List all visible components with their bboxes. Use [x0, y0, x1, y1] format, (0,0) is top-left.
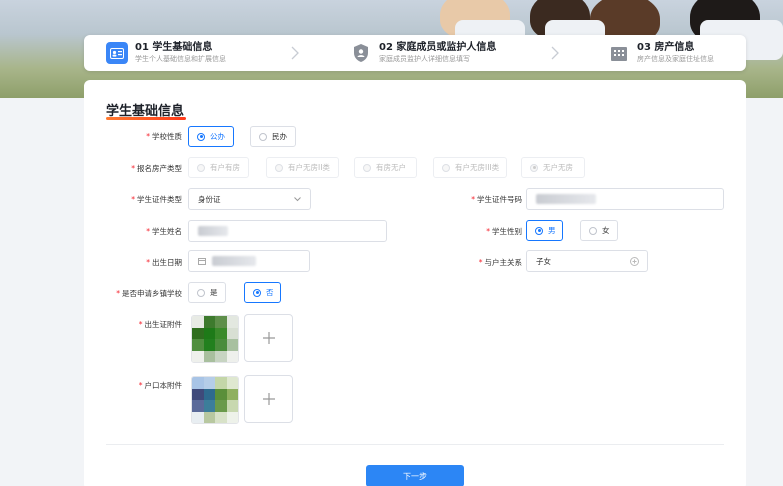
divider — [106, 444, 724, 445]
birth-cert-thumbnail[interactable] — [191, 315, 239, 363]
redacted-value — [212, 256, 256, 266]
radio-dot — [363, 163, 371, 172]
housing-type-radio[interactable]: 有户无房II类 — [266, 157, 339, 178]
hukou-thumbnail[interactable] — [191, 376, 239, 424]
radio-dot — [259, 132, 267, 141]
step-subtitle: 学生个人基础信息和扩展信息 — [135, 55, 226, 63]
step-title: 03 房产信息 — [637, 42, 695, 53]
gender-label: * 学生性别 — [486, 227, 522, 236]
relation-select[interactable]: 子女 — [526, 250, 648, 272]
chevron-right-icon — [551, 46, 559, 60]
housing-type-radio[interactable]: 无户无房 — [521, 157, 585, 178]
hukou-label: * 户口本附件 — [138, 381, 182, 390]
name-label: * 学生姓名 — [146, 227, 182, 236]
housing-type-radio[interactable]: 有房无户 — [354, 157, 417, 178]
step-subtitle: 家庭成员监护人详细信息填写 — [379, 55, 470, 63]
calendar-icon — [198, 258, 206, 265]
plus-icon — [262, 393, 275, 405]
radio-dot — [253, 288, 261, 297]
housing-type-label: * 报名房产类型 — [131, 164, 182, 173]
step-subtitle: 房产信息及家庭住址信息 — [637, 55, 714, 63]
relation-value: 子女 — [536, 256, 551, 266]
housing-type-radio[interactable]: 有户有房 — [188, 157, 249, 178]
radio-dot — [197, 163, 205, 172]
school-type-label: * 学校性质 — [146, 132, 182, 141]
housing-type-radio[interactable]: 有户无房III类 — [433, 157, 507, 178]
radio-dot — [535, 226, 543, 235]
radio-dot — [275, 163, 283, 172]
section-title-underline — [106, 117, 186, 120]
step-title: 01 学生基础信息 — [135, 42, 213, 53]
id-type-value: 身份证 — [198, 194, 221, 204]
school-type-public-radio[interactable]: 公办 — [188, 126, 234, 147]
chevron-right-icon — [291, 46, 299, 60]
rural-no-radio[interactable]: 否 — [244, 282, 281, 303]
gender-female-radio[interactable]: 女 — [580, 220, 618, 241]
relation-label: * 与户主关系 — [478, 258, 522, 267]
gender-male-radio[interactable]: 男 — [526, 220, 563, 241]
shield-icon — [350, 42, 372, 64]
radio-dot — [442, 163, 450, 172]
redacted-value — [198, 226, 228, 236]
name-input[interactable] — [188, 220, 387, 242]
clear-icon[interactable] — [630, 257, 639, 266]
next-step-button[interactable]: 下一步 — [366, 465, 464, 486]
chevron-down-icon — [294, 197, 301, 202]
rural-yes-radio[interactable]: 是 — [188, 282, 226, 303]
birth-date-input[interactable] — [188, 250, 310, 272]
step-3[interactable]: 03 房产信息 房产信息及家庭住址信息 — [608, 35, 714, 71]
radio-dot — [197, 288, 205, 297]
school-type-private-radio[interactable]: 民办 — [250, 126, 296, 147]
building-icon — [608, 42, 630, 64]
redacted-value — [536, 194, 596, 204]
id-number-input[interactable] — [526, 188, 724, 210]
radio-dot — [589, 226, 597, 235]
id-number-label: * 学生证件号码 — [471, 195, 522, 204]
step-2[interactable]: 02 家庭成员或监护人信息 家庭成员监护人详细信息填写 — [350, 35, 496, 71]
plus-icon — [262, 332, 275, 344]
hukou-upload-button[interactable] — [244, 375, 293, 423]
step-title: 02 家庭成员或监护人信息 — [379, 42, 497, 53]
rural-school-label: * 是否申请乡镇学校 — [116, 289, 182, 298]
radio-dot — [530, 163, 538, 172]
form-card: 学生基础信息 * 学校性质 公办 民办 * 报名房产类型 有户有房 有户无房II类 … — [84, 80, 746, 486]
id-type-select[interactable]: 身份证 — [188, 188, 311, 210]
id-card-icon — [106, 42, 128, 64]
step-indicator: 01 学生基础信息 学生个人基础信息和扩展信息 02 家庭成员或监护人信息 家庭… — [84, 35, 746, 71]
birth-cert-upload-button[interactable] — [244, 314, 293, 362]
radio-dot — [197, 132, 205, 141]
birth-date-label: * 出生日期 — [146, 258, 182, 267]
birth-cert-label: * 出生证附件 — [138, 320, 182, 329]
id-type-label: * 学生证件类型 — [131, 195, 182, 204]
step-1[interactable]: 01 学生基础信息 学生个人基础信息和扩展信息 — [106, 35, 226, 71]
